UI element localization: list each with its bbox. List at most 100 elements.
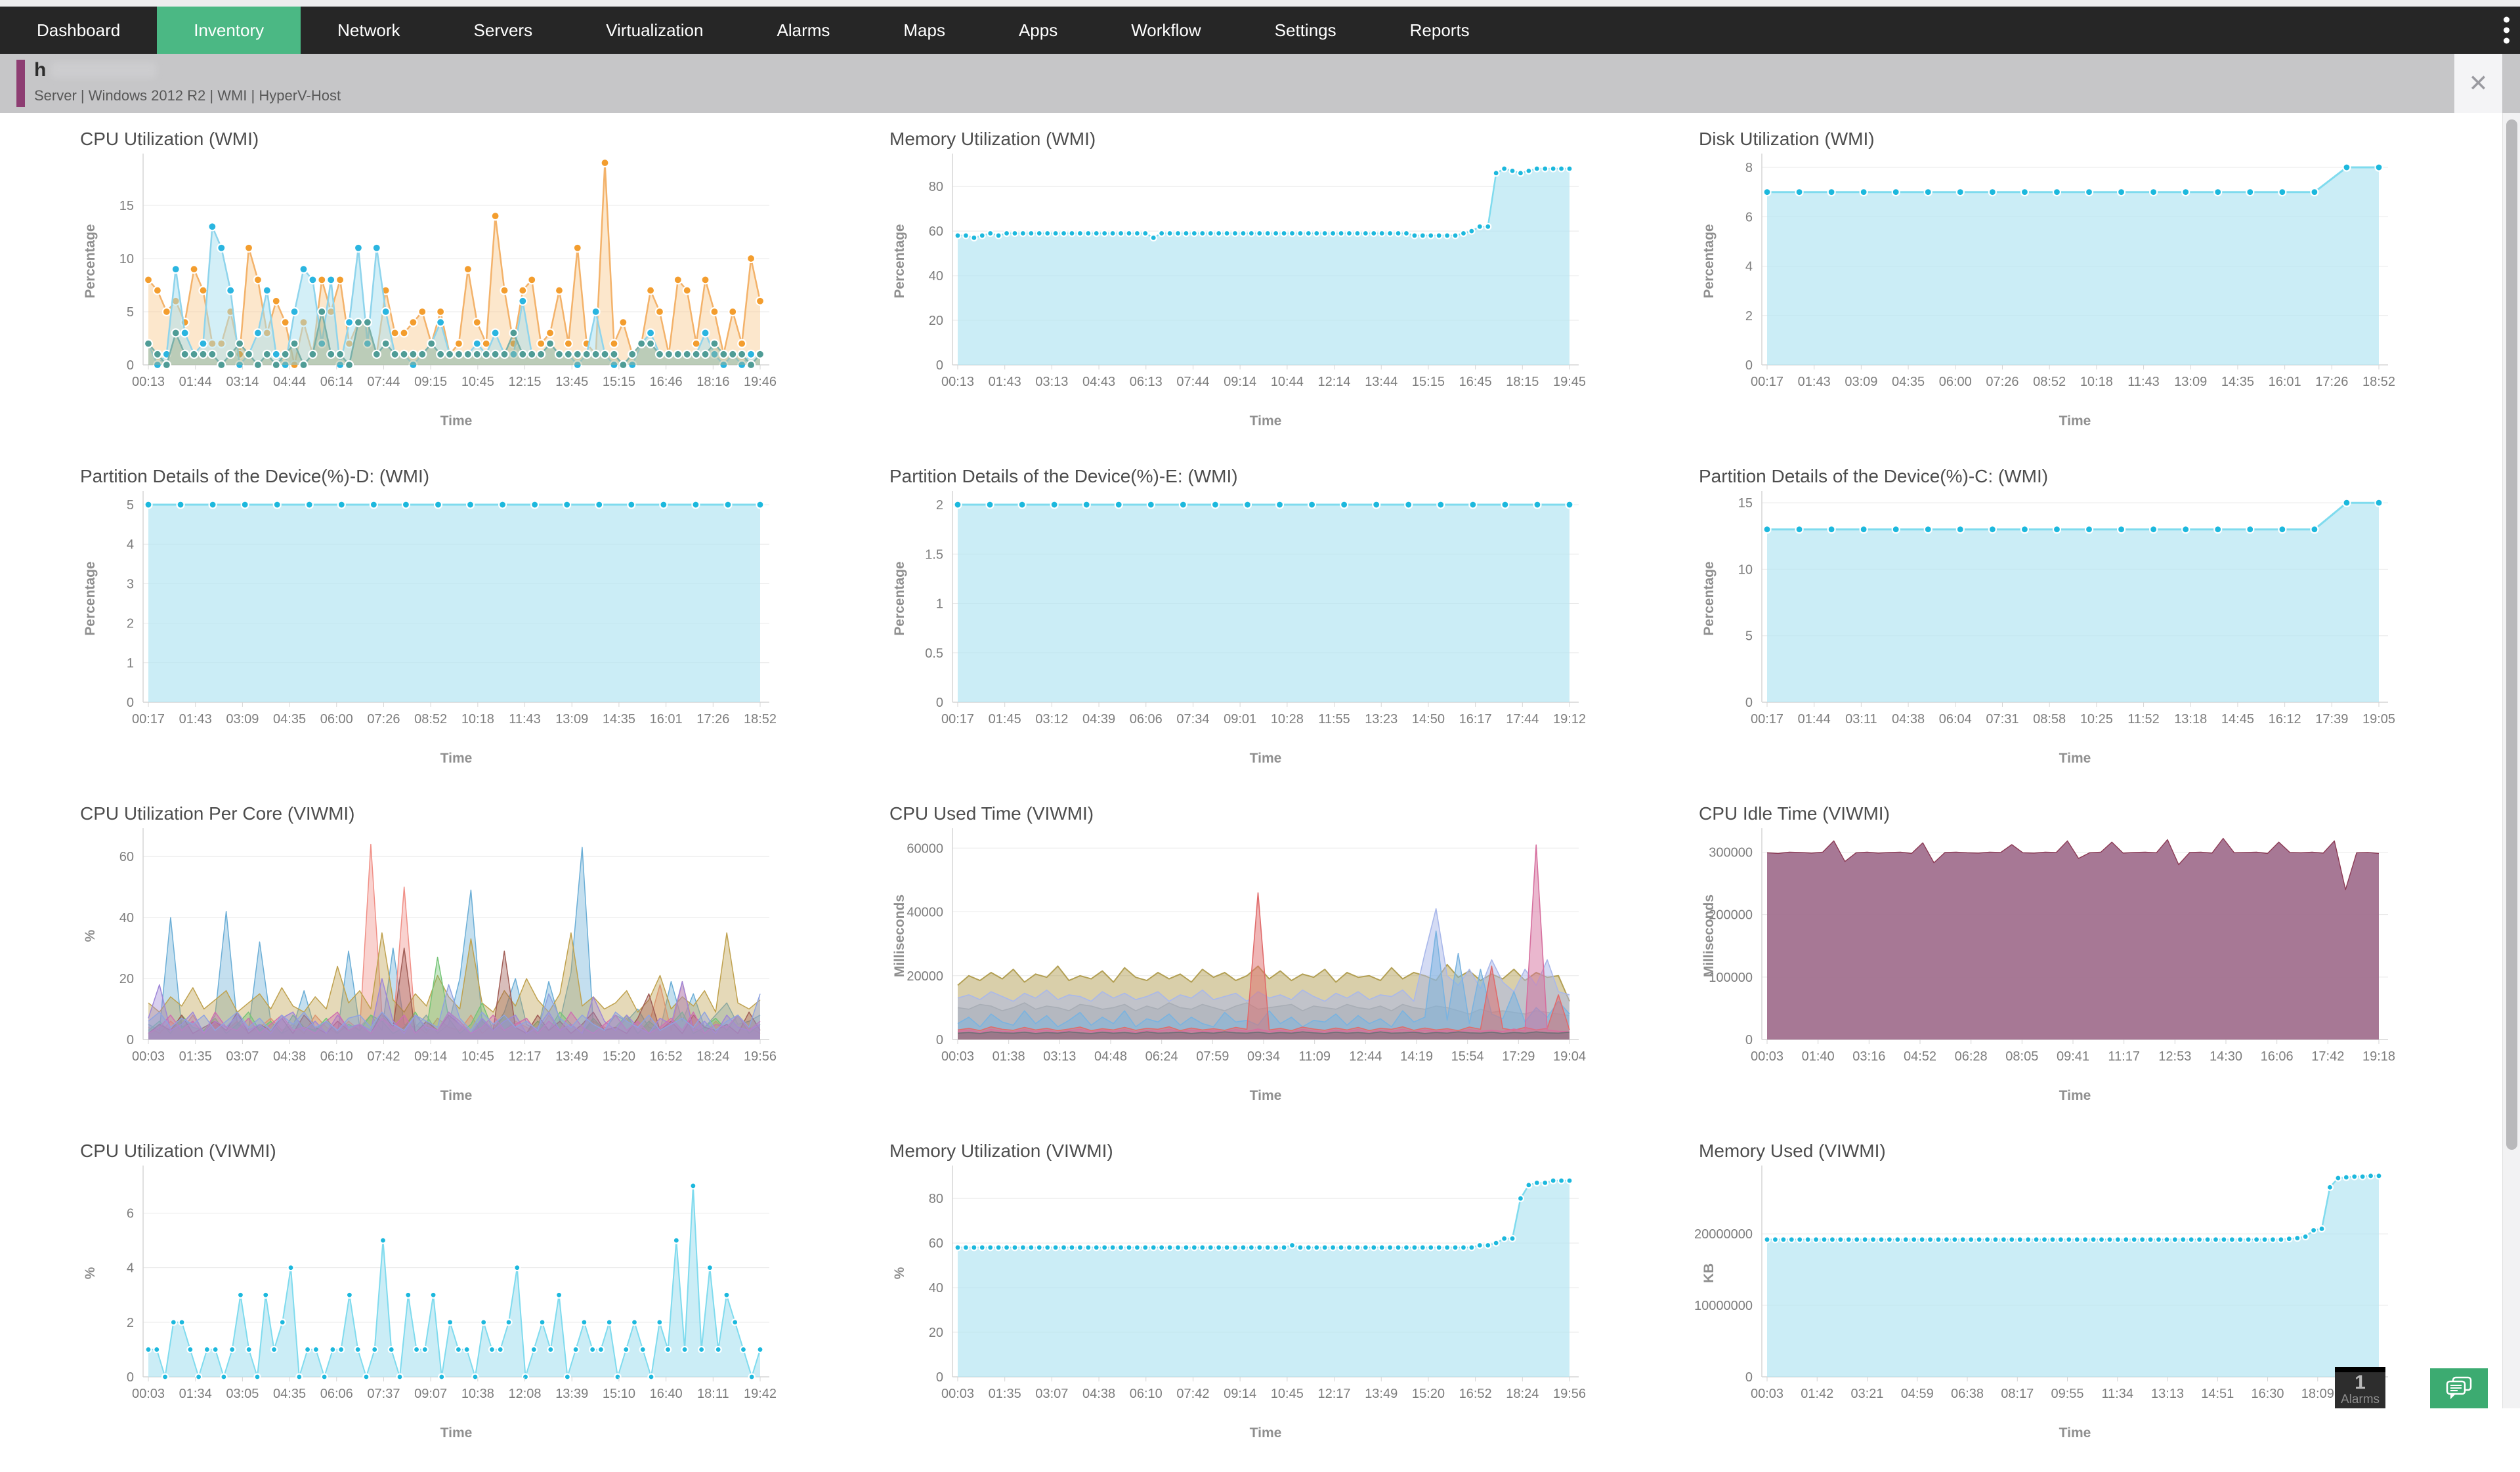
svg-text:17:26: 17:26 [2315,375,2348,389]
svg-text:20000000: 20000000 [1694,1227,1753,1242]
chart-title: Disk Utilization (WMI) [1691,119,2500,148]
nav-item-servers[interactable]: Servers [437,7,570,54]
svg-text:Percentage: Percentage [1701,561,1717,635]
nav-item-alarms[interactable]: Alarms [740,7,866,54]
svg-text:16:06: 16:06 [2261,1049,2294,1064]
chart-plot[interactable]: 020000400006000000:0301:3803:1304:4806:2… [882,823,1691,1131]
svg-text:06:06: 06:06 [1130,712,1163,726]
svg-text:Time: Time [1250,1425,1282,1440]
alarms-badge[interactable]: 1 Alarms [2335,1367,2385,1408]
alarm-count: 1 [2335,1372,2385,1393]
chart-title: CPU Utilization Per Core (VIWMI) [72,794,882,823]
svg-text:08:05: 08:05 [2005,1049,2038,1064]
svg-text:Time: Time [1250,751,1282,766]
chart-plot[interactable]: 05101500:1701:4403:1104:3806:0407:3108:5… [1691,486,2500,794]
svg-text:01:38: 01:38 [993,1049,1025,1064]
chart-plot[interactable]: 020406000:0301:3503:0704:3806:1007:4209:… [72,823,882,1131]
close-button[interactable]: ✕ [2454,54,2502,113]
chart-plot[interactable]: 0100000002000000000:0301:4203:2104:5906:… [1691,1160,2500,1469]
svg-text:16:12: 16:12 [2269,712,2301,726]
nav-item-maps[interactable]: Maps [866,7,982,54]
svg-text:0: 0 [1745,696,1753,710]
svg-text:%: % [83,1267,98,1279]
chart-plot[interactable]: 02040608000:1301:4303:1304:4306:1307:440… [882,148,1691,457]
svg-text:2: 2 [127,617,134,631]
kebab-menu-icon[interactable] [2504,17,2509,44]
svg-text:10:28: 10:28 [1271,712,1304,726]
chart-title: CPU Utilization (WMI) [72,119,882,148]
svg-text:00:13: 00:13 [941,375,974,389]
chart-title: Memory Used (VIWMI) [1691,1131,2500,1160]
chart-plot[interactable]: 00.511.5200:1701:4503:1204:3906:0607:340… [882,486,1691,794]
svg-text:03:16: 03:16 [1852,1049,1885,1064]
svg-text:04:38: 04:38 [1892,712,1925,726]
svg-text:14:50: 14:50 [1412,712,1445,726]
chart-plot[interactable]: 010000020000030000000:0301:4003:1604:520… [1691,823,2500,1131]
svg-text:0: 0 [936,1033,943,1047]
svg-text:0: 0 [936,696,943,710]
nav-item-network[interactable]: Network [301,7,437,54]
svg-text:40000: 40000 [907,906,943,920]
svg-text:Milliseconds: Milliseconds [1701,894,1717,977]
chart-plot[interactable]: 02040608000:0301:3503:0704:3806:1007:420… [882,1160,1691,1469]
svg-text:18:24: 18:24 [696,1049,729,1064]
svg-text:11:34: 11:34 [2101,1387,2133,1401]
svg-text:00:17: 00:17 [1751,712,1783,726]
nav-item-virtualization[interactable]: Virtualization [569,7,740,54]
title-redaction [51,62,156,78]
svg-text:11:09: 11:09 [1298,1049,1331,1064]
svg-text:10:45: 10:45 [461,1049,494,1064]
svg-text:08:58: 08:58 [2033,712,2066,726]
svg-text:04:35: 04:35 [1892,375,1925,389]
nav-item-reports[interactable]: Reports [1373,7,1506,54]
svg-text:03:14: 03:14 [226,375,259,389]
alarm-label: Alarms [2335,1393,2385,1406]
chat-button[interactable] [2430,1368,2488,1408]
svg-text:%: % [83,929,98,942]
svg-text:19:46: 19:46 [744,375,777,389]
svg-text:04:38: 04:38 [273,1049,306,1064]
svg-text:11:43: 11:43 [2127,375,2160,389]
svg-text:%: % [892,1267,907,1279]
svg-text:10:45: 10:45 [461,375,494,389]
svg-text:40: 40 [929,269,943,284]
svg-text:14:45: 14:45 [2221,712,2254,726]
device-title: h [34,59,46,81]
svg-text:06:00: 06:00 [320,712,353,726]
nav-item-inventory[interactable]: Inventory [157,7,301,54]
svg-text:0.5: 0.5 [925,646,943,661]
svg-text:19:42: 19:42 [744,1387,777,1401]
svg-text:00:17: 00:17 [1751,375,1783,389]
svg-text:40: 40 [929,1281,943,1295]
nav-item-apps[interactable]: Apps [982,7,1094,54]
svg-text:18:15: 18:15 [1506,375,1539,389]
chart-plot[interactable]: 0246800:1701:4303:0904:3506:0007:2608:52… [1691,148,2500,457]
chart-cpu-utilization-viwmi: CPU Utilization (VIWMI) 024600:0301:3403… [72,1131,882,1469]
svg-text:300000: 300000 [1709,845,1753,860]
svg-text:8: 8 [1745,161,1753,175]
chart-plot[interactable]: 05101500:1301:4403:1404:4406:1407:4409:1… [72,148,882,457]
chart-plot[interactable]: 024600:0301:3403:0504:3506:0607:3709:071… [72,1160,882,1469]
svg-text:0: 0 [127,1370,134,1385]
svg-text:15: 15 [1738,496,1753,511]
nav-item-dashboard[interactable]: Dashboard [0,7,157,54]
svg-text:12:15: 12:15 [509,375,542,389]
nav-item-workflow[interactable]: Workflow [1094,7,1237,54]
svg-text:00:03: 00:03 [1751,1049,1783,1064]
svg-text:15:54: 15:54 [1451,1049,1484,1064]
svg-text:04:59: 04:59 [1901,1387,1934,1401]
svg-text:1: 1 [127,656,134,671]
svg-text:0: 0 [1745,358,1753,373]
svg-text:19:56: 19:56 [744,1049,777,1064]
svg-text:15:15: 15:15 [1412,375,1445,389]
nav-item-settings[interactable]: Settings [1238,7,1373,54]
svg-text:13:39: 13:39 [555,1387,588,1401]
scrollbar-thumb[interactable] [2506,119,2517,1150]
svg-text:10:38: 10:38 [461,1387,494,1401]
chart-plot[interactable]: 01234500:1701:4303:0904:3506:0007:2608:5… [72,486,882,794]
svg-text:08:17: 08:17 [2001,1387,2034,1401]
svg-text:6: 6 [1745,210,1753,224]
svg-text:14:19: 14:19 [1400,1049,1433,1064]
svg-text:13:49: 13:49 [1365,1387,1398,1401]
scrollbar[interactable] [2502,113,2520,1408]
